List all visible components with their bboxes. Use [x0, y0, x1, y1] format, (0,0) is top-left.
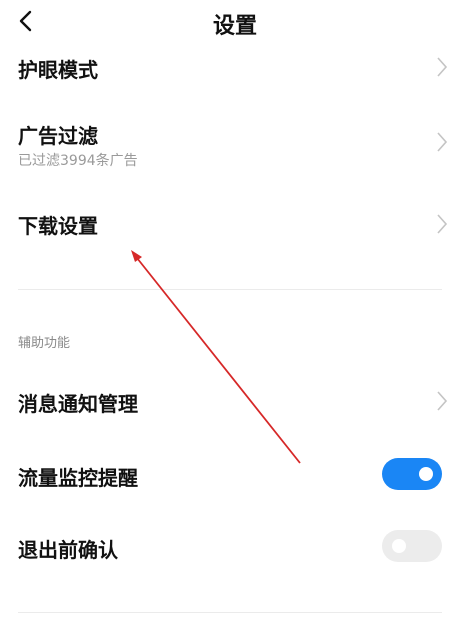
exit-confirm-label: 退出前确认: [18, 538, 118, 562]
chevron-right-icon: [437, 132, 448, 152]
toggle-knob: [392, 539, 406, 553]
eye-mode-label: 护眼模式: [18, 58, 98, 82]
notification-manage-label: 消息通知管理: [18, 392, 138, 416]
ad-filter-row[interactable]: 广告过滤 已过滤3994条广告: [0, 110, 470, 180]
traffic-monitor-label: 流量监控提醒: [18, 466, 138, 490]
chevron-right-icon: [437, 391, 448, 411]
traffic-monitor-toggle[interactable]: [382, 458, 442, 490]
chevron-right-icon: [437, 214, 448, 234]
section-title-assist: 辅助功能: [18, 336, 71, 351]
section-divider: [18, 289, 442, 290]
download-settings-row[interactable]: 下载设置: [0, 196, 470, 252]
ad-filter-count: 已过滤3994条广告: [18, 153, 138, 169]
chevron-right-icon: [437, 57, 448, 77]
settings-content: 护眼模式 广告过滤 已过滤3994条广告 下载设置 辅助功能 消息通知管理 流量…: [0, 0, 470, 627]
top-bar: 设置: [0, 0, 470, 48]
toggle-knob: [419, 467, 433, 481]
eye-mode-row[interactable]: 护眼模式: [0, 44, 470, 84]
page-title: 设置: [212, 14, 257, 39]
exit-confirm-toggle[interactable]: [382, 530, 442, 562]
notification-manage-row[interactable]: 消息通知管理: [0, 372, 470, 428]
traffic-monitor-row: 流量监控提醒: [0, 446, 470, 502]
bottom-divider: [18, 612, 442, 613]
download-settings-label: 下载设置: [18, 214, 98, 238]
ad-filter-label: 广告过滤: [18, 124, 98, 148]
exit-confirm-row: 退出前确认: [0, 518, 470, 574]
